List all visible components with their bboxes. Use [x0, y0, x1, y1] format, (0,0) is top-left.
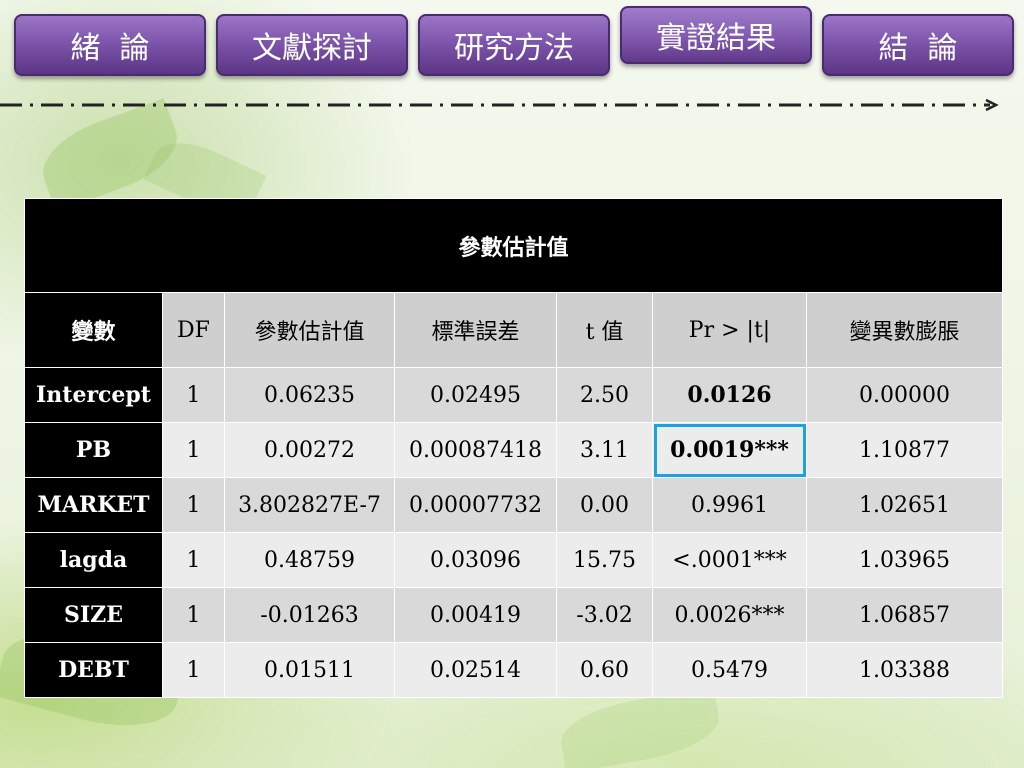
row-p-value: 0.5479 [652, 642, 807, 698]
row-p-value: 0.0126 [652, 367, 807, 423]
row-p-value: <.0001*** [652, 532, 807, 588]
row-variable-name: MARKET [24, 477, 163, 533]
header-df: DF [162, 292, 225, 368]
nav-button-research-method[interactable]: 研究方法 [418, 14, 610, 76]
row-df: 1 [162, 477, 225, 533]
row-t-value: 15.75 [556, 532, 653, 588]
header-stderr: 標準誤差 [394, 292, 557, 368]
row-df: 1 [162, 587, 225, 643]
row-t-value: 0.60 [556, 642, 653, 698]
parameter-estimates-table: 參數估計值 變數 DF 參數估計值 標準誤差 t 值 Pr > |t| 變異數膨… [24, 198, 1003, 698]
row-t-value: 2.50 [556, 367, 653, 423]
nav-button-literature-review[interactable]: 文獻探討 [216, 14, 408, 76]
row-stderr: 0.00087418 [394, 422, 557, 478]
row-vif: 1.03965 [806, 532, 1003, 588]
row-estimate: 0.48759 [224, 532, 395, 588]
row-estimate: 0.01511 [224, 642, 395, 698]
row-df: 1 [162, 532, 225, 588]
row-variable-name: SIZE [24, 587, 163, 643]
row-df: 1 [162, 422, 225, 478]
row-t-value: 0.00 [556, 477, 653, 533]
progress-dash-arrow [0, 98, 999, 112]
highlighted-p-value-cell: 0.0019*** [652, 422, 807, 478]
row-vif: 0.00000 [806, 367, 1003, 423]
table-row: MARKET 1 3.802827E-7 0.00007732 0.00 0.9… [24, 477, 1003, 533]
nav-button-empirical-results[interactable]: 實證結果 [620, 6, 812, 64]
row-p-value: 0.0026*** [652, 587, 807, 643]
table-title-row: 參數估計值 [24, 198, 1003, 293]
row-vif: 1.06857 [806, 587, 1003, 643]
row-estimate: 0.06235 [224, 367, 395, 423]
row-stderr: 0.02495 [394, 367, 557, 423]
row-df: 1 [162, 367, 225, 423]
table-row: DEBT 1 0.01511 0.02514 0.60 0.5479 1.033… [24, 642, 1003, 698]
table-title: 參數估計值 [24, 198, 1003, 293]
background-leaf-decoration [556, 686, 724, 768]
row-estimate: -0.01263 [224, 587, 395, 643]
header-vif: 變異數膨脹 [806, 292, 1003, 368]
row-stderr: 0.00419 [394, 587, 557, 643]
row-t-value: 3.11 [556, 422, 653, 478]
row-p-value: 0.9961 [652, 477, 807, 533]
header-estimate: 參數估計值 [224, 292, 395, 368]
nav-button-introduction[interactable]: 緒 論 [14, 14, 206, 76]
row-stderr: 0.00007732 [394, 477, 557, 533]
row-estimate: 3.802827E-7 [224, 477, 395, 533]
row-df: 1 [162, 642, 225, 698]
header-variable: 變數 [24, 292, 163, 368]
row-estimate: 0.00272 [224, 422, 395, 478]
header-p-value: Pr > |t| [652, 292, 807, 368]
header-t-value: t 值 [556, 292, 653, 368]
row-variable-name: DEBT [24, 642, 163, 698]
table-row: SIZE 1 -0.01263 0.00419 -3.02 0.0026*** … [24, 587, 1003, 643]
row-variable-name: Intercept [24, 367, 163, 423]
row-stderr: 0.02514 [394, 642, 557, 698]
row-vif: 1.02651 [806, 477, 1003, 533]
table-header-row: 變數 DF 參數估計值 標準誤差 t 值 Pr > |t| 變異數膨脹 [24, 292, 1003, 368]
row-stderr: 0.03096 [394, 532, 557, 588]
row-t-value: -3.02 [556, 587, 653, 643]
row-variable-name: PB [24, 422, 163, 478]
row-variable-name: lagda [24, 532, 163, 588]
row-vif: 1.03388 [806, 642, 1003, 698]
table-row: lagda 1 0.48759 0.03096 15.75 <.0001*** … [24, 532, 1003, 588]
table-row: Intercept 1 0.06235 0.02495 2.50 0.0126 … [24, 367, 1003, 423]
row-vif: 1.10877 [806, 422, 1003, 478]
table-row: PB 1 0.00272 0.00087418 3.11 0.0019*** 1… [24, 422, 1003, 478]
nav-button-conclusion[interactable]: 結 論 [822, 14, 1014, 76]
